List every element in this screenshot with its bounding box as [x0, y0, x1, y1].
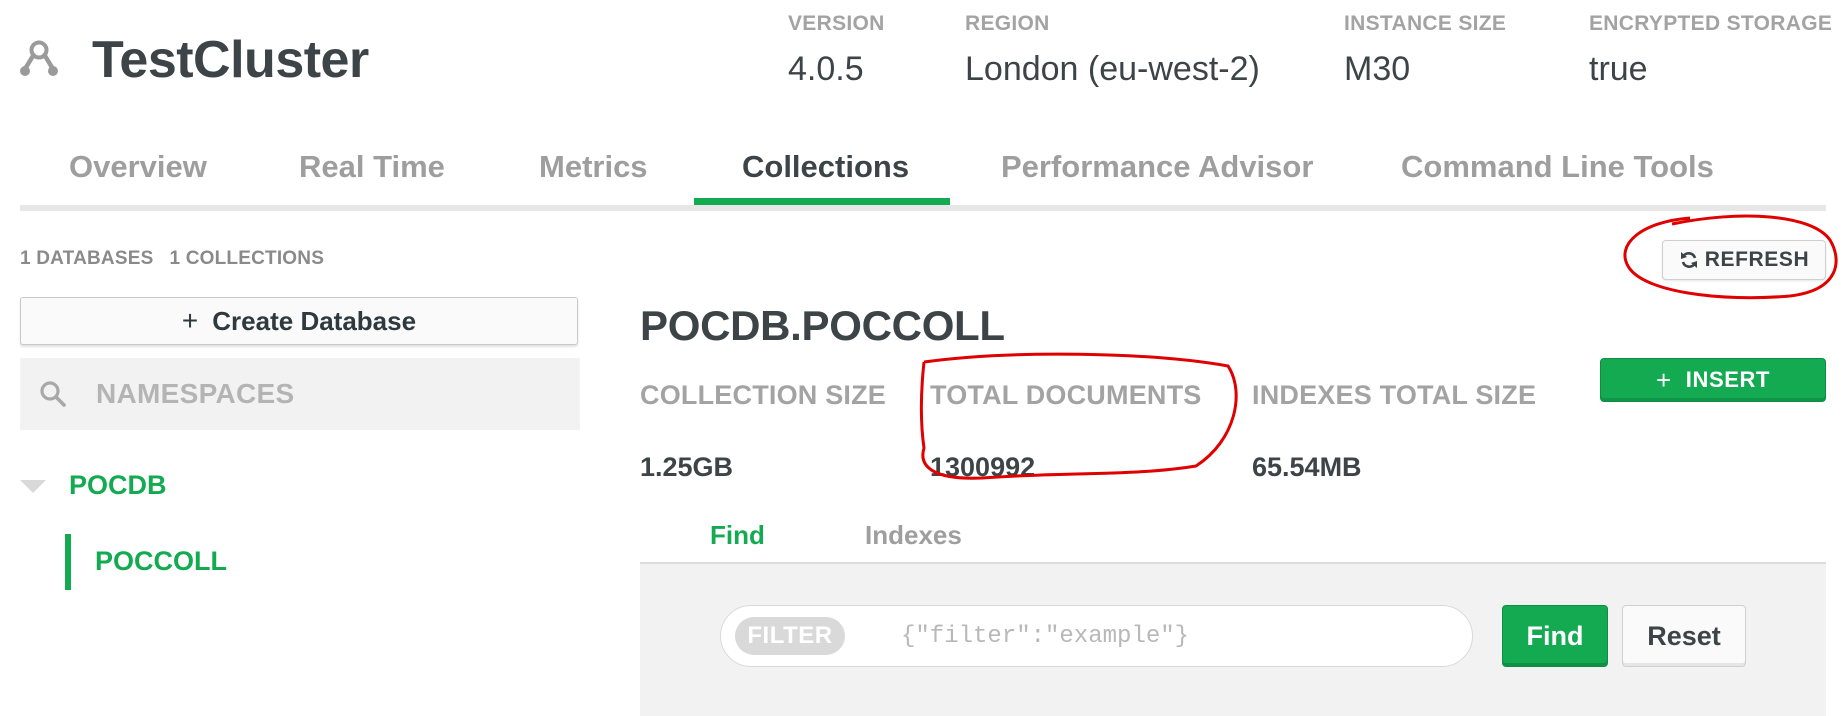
databases-count: 1 DATABASES — [20, 248, 154, 269]
search-icon — [40, 381, 66, 407]
namespace-title: POCDB.POCCOLL — [640, 302, 1005, 349]
plus-icon: + — [181, 305, 199, 336]
meta-version-label: VERSION — [788, 12, 885, 35]
namespace-counts: 1 DATABASES 1 COLLECTIONS — [20, 248, 324, 270]
namespace-search-input[interactable]: NAMESPACES — [20, 358, 580, 430]
meta-region: REGION London (eu-west-2) — [965, 12, 1260, 89]
refresh-label: REFRESH — [1704, 248, 1810, 271]
create-database-button[interactable]: + Create Database — [20, 297, 578, 345]
meta-encrypted-storage-value: true — [1589, 50, 1648, 88]
create-database-label: Create Database — [212, 305, 417, 336]
insert-label: INSERT — [1685, 367, 1771, 392]
meta-instance-size-value: M30 — [1344, 50, 1411, 88]
indexes-total-size-value: 65.54MB — [1252, 452, 1362, 482]
tab-overview[interactable]: Overview — [69, 149, 207, 185]
total-documents-value: 1300992 — [930, 452, 1036, 482]
tab-performance-advisor[interactable]: Performance Advisor — [1001, 149, 1313, 185]
active-tab-indicator — [694, 198, 950, 205]
filter-input[interactable]: FILTER {"filter":"example"} — [720, 605, 1473, 667]
meta-instance-size-label: INSTANCE SIZE — [1344, 12, 1507, 35]
collections-count: 1 COLLECTIONS — [169, 248, 325, 269]
meta-encrypted-storage-label: ENCRYPTED STORAGE — [1589, 12, 1833, 35]
meta-encrypted-storage: ENCRYPTED STORAGE true — [1589, 12, 1832, 89]
search-placeholder: NAMESPACES — [96, 378, 295, 409]
reset-button[interactable]: Reset — [1622, 605, 1746, 667]
insert-document-button[interactable]: + INSERT — [1600, 358, 1826, 402]
cluster-tabs: Overview Real Time Metrics Collections P… — [20, 145, 1826, 211]
plus-icon: + — [1655, 364, 1672, 395]
meta-version: VERSION 4.0.5 — [788, 12, 885, 89]
meta-region-label: REGION — [965, 12, 1050, 35]
cluster-title: TestCluster — [92, 31, 369, 89]
selected-collection-indicator — [65, 534, 71, 590]
refresh-icon — [1680, 252, 1697, 268]
total-documents-label: TOTAL DOCUMENTS — [930, 380, 1202, 410]
meta-version-value: 4.0.5 — [788, 50, 864, 88]
subtab-indexes[interactable]: Indexes — [865, 520, 962, 551]
meta-region-value: London (eu-west-2) — [965, 50, 1260, 88]
filter-placeholder: {"filter":"example"} — [901, 622, 1190, 650]
find-button[interactable]: Find — [1502, 605, 1608, 667]
tab-collections[interactable]: Collections — [742, 149, 909, 185]
caret-down-icon[interactable] — [20, 480, 46, 493]
cluster-icon — [20, 40, 58, 76]
tab-real-time[interactable]: Real Time — [299, 149, 445, 185]
tab-metrics[interactable]: Metrics — [539, 149, 648, 185]
subtab-find[interactable]: Find — [710, 520, 765, 551]
collection-size-label: COLLECTION SIZE — [640, 380, 886, 410]
collection-size-value: 1.25GB — [640, 452, 734, 482]
sidebar-database-pocdb[interactable]: POCDB — [69, 470, 167, 501]
tab-command-line-tools[interactable]: Command Line Tools — [1401, 149, 1714, 185]
refresh-button[interactable]: REFRESH — [1662, 240, 1826, 280]
indexes-total-size-label: INDEXES TOTAL SIZE — [1252, 380, 1537, 410]
filter-badge: FILTER — [735, 617, 845, 655]
sidebar-collection-poccoll[interactable]: POCCOLL — [95, 546, 227, 577]
meta-instance-size: INSTANCE SIZE M30 — [1344, 12, 1506, 89]
